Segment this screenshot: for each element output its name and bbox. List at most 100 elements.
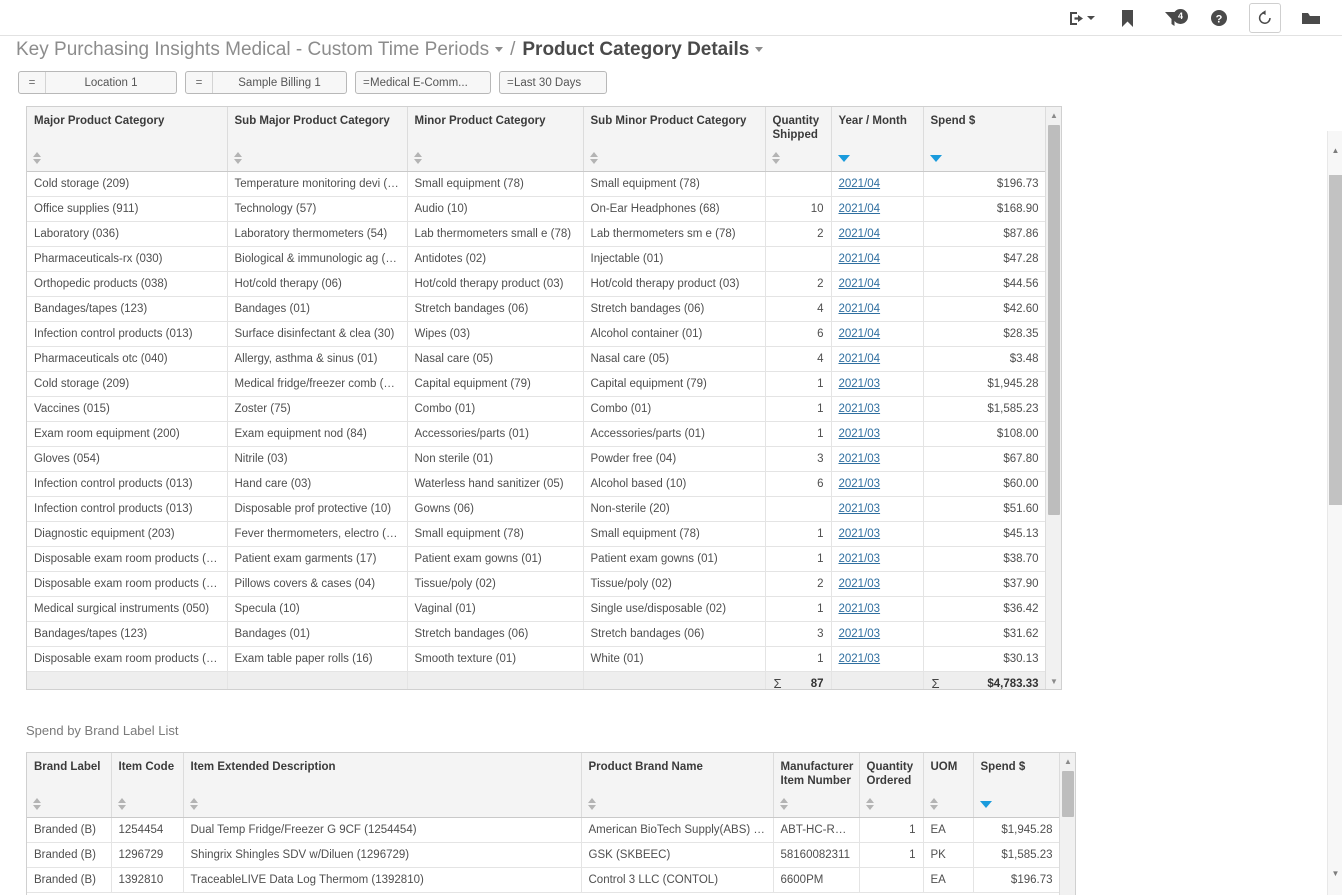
scroll-down-icon[interactable]: ▼ — [1046, 673, 1062, 689]
table-row[interactable]: Disposable exam room products (006)Exam … — [27, 646, 1046, 671]
bookmark-icon[interactable] — [1104, 2, 1150, 34]
sort-toggle-icon[interactable] — [588, 798, 597, 810]
column-header-year-month[interactable]: Year / Month — [831, 107, 923, 171]
cell-year-month[interactable]: 2021/04 — [831, 296, 923, 321]
sort-toggle-icon[interactable] — [780, 798, 789, 810]
column-header-sub-minor-product-category[interactable]: Sub Minor Product Category — [583, 107, 765, 171]
sort-toggle-icon[interactable] — [866, 798, 875, 810]
table-row[interactable]: Cold storage (209)Medical fridge/freezer… — [27, 371, 1046, 396]
table-row[interactable]: Infection control products (013)Hand car… — [27, 471, 1046, 496]
table-row[interactable]: Gloves (054)Nitrile (03)Non sterile (01)… — [27, 446, 1046, 471]
table-row[interactable]: Medical surgical instruments (050)Specul… — [27, 596, 1046, 621]
sort-descending-icon[interactable] — [980, 798, 989, 810]
page-vertical-scrollbar[interactable]: ▲ ▼ — [1327, 131, 1342, 895]
filter-chip-category[interactable]: = Medical E-Comm... — [355, 71, 491, 94]
table-row[interactable]: Office supplies (911)Technology (57)Audi… — [27, 196, 1046, 221]
scrollbar-thumb[interactable] — [1048, 125, 1060, 515]
breadcrumb-dashboard-chevron-down-icon[interactable] — [495, 47, 503, 52]
grid2-vertical-scrollbar[interactable]: ▲ — [1059, 753, 1075, 895]
table-row[interactable]: Bandages/tapes (123)Bandages (01)Stretch… — [27, 621, 1046, 646]
year-month-link[interactable]: 2021/04 — [839, 353, 881, 365]
year-month-link[interactable]: 2021/04 — [839, 328, 881, 340]
cell-year-month[interactable]: 2021/03 — [831, 546, 923, 571]
column-header-brand-label[interactable]: Brand Label — [27, 753, 111, 817]
year-month-link[interactable]: 2021/03 — [839, 603, 881, 615]
cell-year-month[interactable]: 2021/03 — [831, 371, 923, 396]
sort-toggle-icon[interactable] — [190, 798, 199, 810]
folder-icon[interactable] — [1288, 2, 1334, 34]
year-month-link[interactable]: 2021/04 — [839, 178, 881, 190]
year-month-link[interactable]: 2021/04 — [839, 278, 881, 290]
sort-toggle-icon[interactable] — [234, 152, 243, 164]
column-header-item-extended-description[interactable]: Item Extended Description — [183, 753, 581, 817]
column-header-quantity-ordered[interactable]: Quantity Ordered — [859, 753, 923, 817]
year-month-link[interactable]: 2021/03 — [839, 553, 881, 565]
help-icon[interactable]: ? — [1196, 2, 1242, 34]
filter-chip-location[interactable]: = Location 1 — [18, 71, 177, 94]
table-row[interactable]: Branded (B)1296729Shingrix Shingles SDV … — [27, 842, 1060, 867]
refresh-icon[interactable] — [1249, 3, 1281, 33]
table-row[interactable]: Orthopedic products (038)Hot/cold therap… — [27, 271, 1046, 296]
column-header-spend[interactable]: Spend $ — [973, 753, 1060, 817]
cell-year-month[interactable]: 2021/04 — [831, 171, 923, 196]
year-month-link[interactable]: 2021/03 — [839, 378, 881, 390]
year-month-link[interactable]: 2021/03 — [839, 653, 881, 665]
sort-toggle-icon[interactable] — [930, 798, 939, 810]
grid1-vertical-scrollbar[interactable]: ▲ ▼ — [1045, 107, 1061, 689]
year-month-link[interactable]: 2021/04 — [839, 228, 881, 240]
cell-year-month[interactable]: 2021/04 — [831, 196, 923, 221]
column-header-sub-major-product-category[interactable]: Sub Major Product Category — [227, 107, 407, 171]
year-month-link[interactable]: 2021/03 — [839, 503, 881, 515]
year-month-link[interactable]: 2021/04 — [839, 253, 881, 265]
sort-toggle-icon[interactable] — [118, 798, 127, 810]
cell-year-month[interactable]: 2021/04 — [831, 221, 923, 246]
year-month-link[interactable]: 2021/04 — [839, 203, 881, 215]
year-month-link[interactable]: 2021/03 — [839, 428, 881, 440]
scrollbar-thumb[interactable] — [1062, 771, 1074, 817]
breadcrumb-current-chevron-down-icon[interactable] — [755, 47, 763, 52]
sort-toggle-icon[interactable] — [772, 152, 781, 164]
scroll-up-icon[interactable]: ▲ — [1046, 107, 1062, 123]
table-row[interactable]: Vaccines (015)Zoster (75)Combo (01)Combo… — [27, 396, 1046, 421]
page-scrollbar-thumb[interactable] — [1329, 175, 1342, 505]
scroll-up-icon[interactable]: ▲ — [1060, 753, 1076, 769]
cell-year-month[interactable]: 2021/03 — [831, 621, 923, 646]
cell-year-month[interactable]: 2021/03 — [831, 646, 923, 671]
year-month-link[interactable]: 2021/03 — [839, 528, 881, 540]
column-header-spend[interactable]: Spend $ — [923, 107, 1046, 171]
sort-toggle-icon[interactable] — [33, 152, 42, 164]
column-header-quantity-shipped[interactable]: Quantity Shipped — [765, 107, 831, 171]
sort-descending-icon[interactable] — [930, 152, 939, 164]
column-header-item-code[interactable]: Item Code — [111, 753, 183, 817]
column-header-uom[interactable]: UOM — [923, 753, 973, 817]
table-row[interactable]: Pharmaceuticals otc (040)Allergy, asthma… — [27, 346, 1046, 371]
table-row[interactable]: Exam room equipment (200)Exam equipment … — [27, 421, 1046, 446]
cell-year-month[interactable]: 2021/03 — [831, 446, 923, 471]
cell-year-month[interactable]: 2021/03 — [831, 596, 923, 621]
table-row[interactable]: Infection control products (013)Disposab… — [27, 496, 1046, 521]
year-month-link[interactable]: 2021/03 — [839, 478, 881, 490]
table-row[interactable]: Pharmaceuticals-rx (030)Biological & imm… — [27, 246, 1046, 271]
table-row[interactable]: Laboratory (036)Laboratory thermometers … — [27, 221, 1046, 246]
table-row[interactable]: Diagnostic equipment (203)Fever thermome… — [27, 521, 1046, 546]
cell-year-month[interactable]: 2021/03 — [831, 396, 923, 421]
year-month-link[interactable]: 2021/03 — [839, 628, 881, 640]
column-header-minor-product-category[interactable]: Minor Product Category — [407, 107, 583, 171]
year-month-link[interactable]: 2021/04 — [839, 303, 881, 315]
sort-descending-icon[interactable] — [838, 152, 847, 164]
table-row[interactable]: Cold storage (209)Temperature monitoring… — [27, 171, 1046, 196]
column-header-product-brand-name[interactable]: Product Brand Name — [581, 753, 773, 817]
page-scroll-up-icon[interactable]: ▲ — [1328, 143, 1342, 158]
cell-year-month[interactable]: 2021/03 — [831, 521, 923, 546]
year-month-link[interactable]: 2021/03 — [839, 403, 881, 415]
cell-year-month[interactable]: 2021/03 — [831, 496, 923, 521]
table-row[interactable]: Disposable exam room products (006)Patie… — [27, 546, 1046, 571]
cell-year-month[interactable]: 2021/03 — [831, 421, 923, 446]
year-month-link[interactable]: 2021/03 — [839, 453, 881, 465]
breadcrumb-current-page[interactable]: Product Category Details — [522, 39, 749, 61]
table-row[interactable]: Infection control products (013)Surface … — [27, 321, 1046, 346]
sort-toggle-icon[interactable] — [590, 152, 599, 164]
filter-icon[interactable]: 4 — [1150, 2, 1196, 34]
table-row[interactable]: Bandages/tapes (123)Bandages (01)Stretch… — [27, 296, 1046, 321]
page-scroll-down-icon[interactable]: ▼ — [1328, 866, 1342, 881]
